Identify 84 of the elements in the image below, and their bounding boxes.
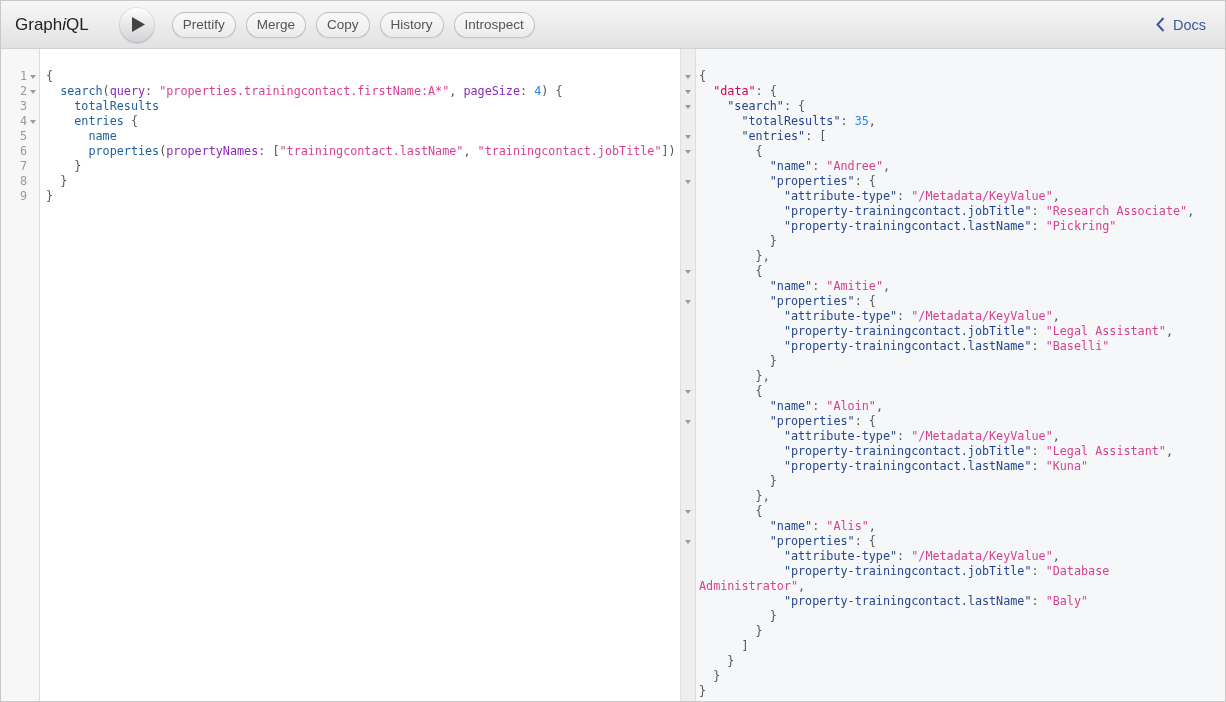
line-number: 5 [19, 129, 27, 143]
code-line: "properties": { [769, 174, 876, 188]
code-line: }, [755, 369, 770, 383]
code-line: } [713, 669, 721, 683]
code-line: search(query: "properties.trainingcontact.firstName:A*", pageSize: 4) { [60, 84, 563, 98]
code-line: }, [755, 489, 770, 503]
code-line: "name": "Alis", [769, 519, 876, 533]
code-line: } [727, 654, 735, 668]
caret-down-icon[interactable] [685, 135, 691, 139]
toolbar-button[interactable]: Copy [316, 11, 370, 38]
code-line: { [755, 504, 763, 518]
caret-down-icon[interactable] [685, 105, 691, 109]
code-line: { [755, 144, 763, 158]
toolbar-button[interactable]: History [379, 11, 444, 38]
code-line: } [769, 354, 777, 368]
caret-down-icon[interactable] [685, 150, 691, 154]
line-number: 3 [19, 99, 27, 113]
code-line: } [46, 189, 54, 203]
toolbar-button[interactable]: Merge [245, 11, 306, 38]
line-number: 8 [19, 174, 27, 188]
code-line: entries { [74, 114, 138, 128]
code-line: "property-trainingcontact.lastName": "Baselli" [783, 339, 1110, 353]
line-number: 4 [19, 114, 27, 128]
caret-down-icon[interactable] [29, 74, 36, 79]
caret-down-icon[interactable] [29, 119, 36, 124]
code-line: "name": "Andree", [769, 159, 891, 173]
code-line: "data": { [713, 84, 777, 98]
code-line: "properties": { [769, 414, 876, 428]
code-line: } [769, 234, 777, 248]
play-icon [131, 17, 145, 32]
code-line: "search": { [727, 99, 806, 113]
code-line: "properties": { [769, 294, 876, 308]
line-number: 1 [19, 69, 27, 83]
caret-down-icon[interactable] [685, 540, 691, 544]
code-line: "name": "Amitie", [769, 279, 891, 293]
code-line: "totalResults": 35, [741, 114, 876, 128]
code-line: totalResults [74, 99, 160, 113]
code-line: { [755, 384, 763, 398]
code-line: "property-trainingcontact.lastName": "Pickring" [783, 219, 1117, 233]
code-line: "attribute-type": "/Metadata/KeyValue", [783, 549, 1060, 563]
chevron-left-icon [1155, 17, 1165, 32]
code-line: { [699, 69, 707, 83]
code-line: } [755, 624, 763, 638]
code-line: "property-trainingcontact.jobTitle": "Research Associate", [783, 204, 1195, 218]
code-line: }, [755, 249, 770, 263]
caret-down-icon[interactable] [685, 75, 691, 79]
caret-down-icon[interactable] [685, 90, 691, 94]
code-line: "property-trainingcontact.jobTitle": "Legal Assistant", [783, 324, 1173, 338]
line-number: 7 [19, 159, 27, 173]
code-line: ] [741, 639, 749, 653]
code-line: "property-trainingcontact.lastName": "Kuna" [783, 459, 1089, 473]
run-button[interactable] [119, 7, 154, 42]
code-line: } [60, 174, 68, 188]
code-line: "property-trainingcontact.jobTitle": "Legal Assistant", [783, 444, 1173, 458]
caret-down-icon[interactable] [685, 270, 691, 274]
code-line: "attribute-type": "/Metadata/KeyValue", [783, 189, 1060, 203]
code-line: } [769, 474, 777, 488]
code-line: { [46, 69, 54, 83]
code-line: "entries": [ [741, 129, 827, 143]
code-line: "name": "Aloin", [769, 399, 883, 413]
caret-down-icon[interactable] [29, 89, 36, 94]
code-line: name [88, 129, 117, 143]
caret-down-icon[interactable] [685, 300, 691, 304]
caret-down-icon[interactable] [685, 510, 691, 514]
code-line: "attribute-type": "/Metadata/KeyValue", [783, 309, 1060, 323]
code-line: "property-trainingcontact.jobTitle": "Database Administrator", [699, 564, 1111, 593]
toolbar-button[interactable]: Introspect [453, 11, 535, 38]
toolbar-button[interactable]: Prettify [171, 11, 236, 38]
code-line: } [699, 684, 707, 698]
code-line: "properties": { [769, 534, 876, 548]
code-line: } [74, 159, 82, 173]
caret-down-icon[interactable] [685, 420, 691, 424]
code-line: { [755, 264, 763, 278]
caret-down-icon[interactable] [685, 180, 691, 184]
app-title: GraphiQL [15, 14, 89, 35]
code-line: properties(propertyNames: ["trainingcontact.lastName", "trainingcontact.jobTitle"]) [88, 144, 676, 158]
caret-down-icon[interactable] [685, 390, 691, 394]
line-number: 9 [19, 189, 27, 203]
line-number: 6 [19, 144, 27, 158]
code-line: "attribute-type": "/Metadata/KeyValue", [783, 429, 1060, 443]
code-line: "property-trainingcontact.lastName": "Baly" [783, 594, 1089, 608]
code-line: } [769, 609, 777, 623]
line-number: 2 [19, 84, 27, 98]
docs-button[interactable]: Docs [1155, 16, 1206, 33]
